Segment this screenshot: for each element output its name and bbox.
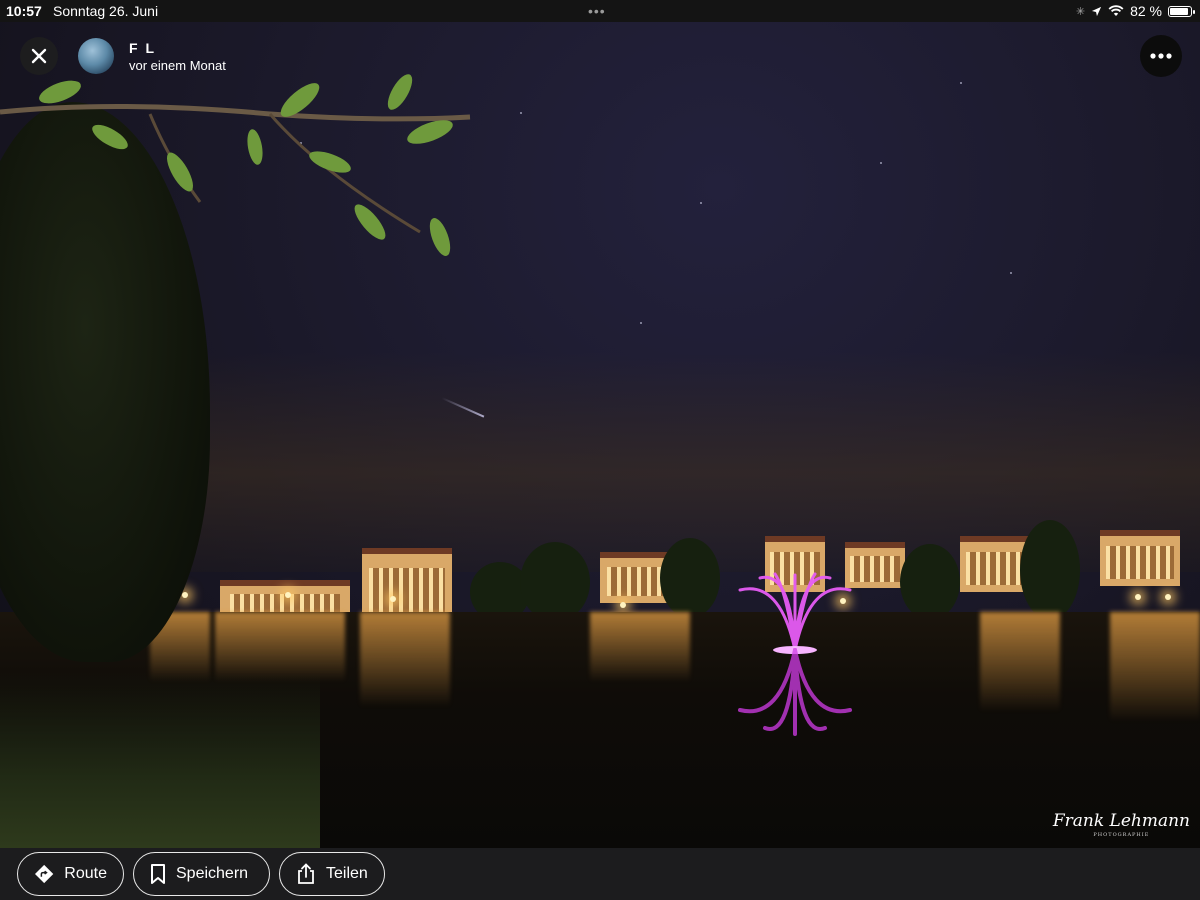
status-date: Sonntag 26. Juni bbox=[53, 3, 159, 19]
status-indicators: ✳ 82 % bbox=[1075, 3, 1195, 19]
save-button[interactable]: Speichern bbox=[133, 852, 270, 896]
fountain bbox=[738, 572, 852, 654]
action-bar: Route Speichern Teilen bbox=[0, 848, 1200, 900]
user-name[interactable]: F L bbox=[129, 40, 156, 56]
photographer-signature: Frank Lehmann PHOTOGRAPHIE bbox=[1052, 811, 1190, 842]
signature-name: Frank Lehmann bbox=[1052, 811, 1190, 831]
close-icon bbox=[31, 48, 47, 64]
multitasking-dots-icon[interactable]: ••• bbox=[588, 3, 606, 19]
more-icon bbox=[1150, 53, 1172, 59]
fountain-reflection bbox=[738, 648, 852, 736]
foreground-grass bbox=[0, 672, 320, 848]
chestnut-branch bbox=[0, 74, 471, 256]
town-skyline bbox=[140, 520, 1200, 626]
share-button[interactable]: Teilen bbox=[279, 852, 385, 896]
route-label: Route bbox=[64, 865, 107, 882]
post-time: vor einem Monat bbox=[129, 58, 226, 73]
close-button[interactable] bbox=[20, 37, 58, 75]
wifi-icon bbox=[1108, 5, 1124, 16]
signature-sub: PHOTOGRAPHIE bbox=[1093, 832, 1150, 838]
avatar[interactable] bbox=[78, 38, 114, 74]
route-icon bbox=[35, 864, 54, 884]
battery-icon bbox=[1168, 5, 1195, 17]
save-label: Speichern bbox=[176, 865, 249, 882]
bookmark-icon bbox=[151, 864, 165, 884]
photo[interactable]: Frank Lehmann PHOTOGRAPHIE bbox=[0, 22, 1200, 848]
more-button[interactable] bbox=[1140, 35, 1182, 77]
status-time: 10:57 bbox=[6, 3, 42, 19]
route-button[interactable]: Route bbox=[17, 852, 124, 896]
share-label: Teilen bbox=[326, 865, 368, 882]
share-icon bbox=[298, 863, 314, 884]
battery-percent: 82 % bbox=[1130, 3, 1162, 19]
location-icon bbox=[1091, 6, 1102, 16]
loading-icon: ✳ bbox=[1075, 5, 1086, 18]
status-bar: 10:57 Sonntag 26. Juni ••• ✳ 82 % bbox=[0, 0, 1200, 22]
